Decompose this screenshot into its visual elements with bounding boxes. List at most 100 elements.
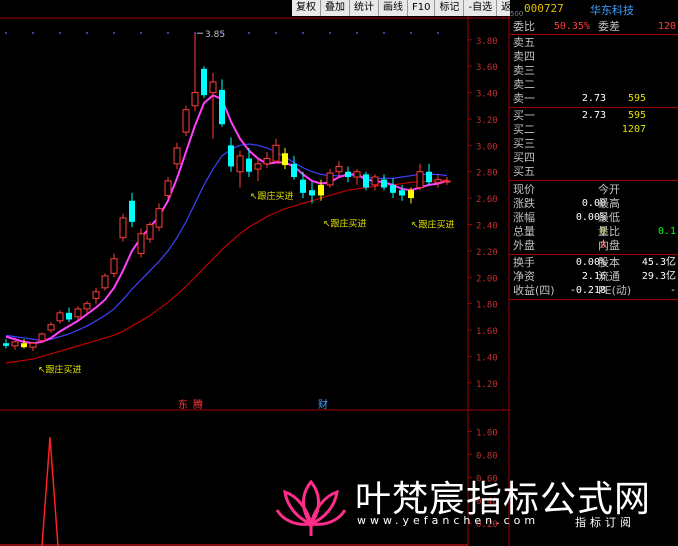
candle-body[interactable] <box>272 144 280 162</box>
candle-body[interactable] <box>110 258 118 274</box>
event-dot <box>140 32 142 34</box>
bid-row-label: 买四 <box>513 151 535 164</box>
stock-code[interactable]: 000727 <box>524 2 564 15</box>
bid-row-label: 买二 <box>513 123 535 136</box>
candle-body[interactable] <box>246 158 252 172</box>
candle-body[interactable] <box>101 275 109 289</box>
candle-body[interactable] <box>254 163 262 170</box>
stock-name[interactable]: 华东科技 <box>590 2 634 18</box>
ask-row: 卖五 <box>510 36 678 50</box>
indicator-tick-label: 1.00 <box>476 428 498 438</box>
divider <box>510 180 678 181</box>
candle-body[interactable] <box>66 312 72 320</box>
ma-fast-line <box>5 94 448 345</box>
stat-row: 总量 0 量比 0.1 <box>510 225 678 239</box>
ask-row: 卖一 2.73 595 <box>510 92 678 106</box>
candle-body[interactable] <box>29 342 37 348</box>
candle-body[interactable] <box>228 145 234 167</box>
candle-body[interactable] <box>399 190 405 196</box>
candle-body[interactable] <box>326 172 334 186</box>
candle-body[interactable] <box>318 184 324 196</box>
toolbar-button-1[interactable]: 叠加 <box>321 0 350 16</box>
stat-value: 0.1 <box>657 226 676 237</box>
candle-body[interactable] <box>408 190 414 199</box>
bid-row: 买三 <box>510 137 678 151</box>
event-dot <box>248 32 250 34</box>
kline-chart[interactable]: 3.85 ↖跟庄买进 ↖跟庄买进 ↖跟庄买进 ↖跟庄买进东腾 财 3.80 3.60 3.40… <box>0 0 510 546</box>
price-tick-label: 3.20 <box>476 116 498 126</box>
candle-body[interactable] <box>21 343 27 348</box>
toolbar-button-2[interactable]: 统计 <box>350 0 379 16</box>
candle-body[interactable] <box>83 303 91 310</box>
event-dot <box>383 32 385 34</box>
stat-row: 收益(四) -0.218 PE(动) - <box>510 284 678 298</box>
candle-body[interactable] <box>129 200 135 222</box>
candle-body[interactable] <box>335 165 343 173</box>
bid-row-label: 买五 <box>513 165 535 178</box>
price-tick-label: 2.60 <box>476 195 498 205</box>
candle-body[interactable] <box>38 333 46 342</box>
stat-row: 换手 0.00% 股本 45.3亿 <box>510 256 678 270</box>
candle-body[interactable] <box>263 158 271 165</box>
ask-row-price: 2.73 <box>581 93 606 104</box>
bid-row-label: 买一 <box>513 109 535 122</box>
candle-body[interactable] <box>155 208 163 228</box>
candle-body[interactable] <box>236 155 244 173</box>
candle-body[interactable] <box>209 81 217 94</box>
toolbar-button-0[interactable]: 复权 <box>292 0 321 16</box>
candle-body[interactable] <box>363 174 369 188</box>
toolbar-button-6[interactable]: -自选 <box>464 0 498 16</box>
ma-slow-line <box>5 179 448 364</box>
bid-row-volume: 1207 <box>621 124 646 135</box>
candle-body[interactable] <box>443 180 451 183</box>
ask-row: 卖四 <box>510 50 678 64</box>
stat-row: 涨跌 0.00 最高 <box>510 197 678 211</box>
candle-body[interactable] <box>416 171 424 189</box>
toolbar-button-5[interactable]: 标记 <box>435 0 465 16</box>
stat-row: 外盘 0 内盘 <box>510 239 678 253</box>
candle-body[interactable] <box>146 223 154 240</box>
candle-body[interactable] <box>381 179 387 188</box>
toolbar-button-4[interactable]: F10 <box>408 0 436 16</box>
candle-body[interactable] <box>182 109 190 133</box>
price-tick-label: 2.80 <box>476 169 498 179</box>
bid-row: 买一 2.73 595 <box>510 109 678 123</box>
toolbar-button-3[interactable]: 画线 <box>379 0 408 16</box>
event-dot <box>356 32 358 34</box>
candle-body[interactable] <box>282 153 288 166</box>
candle-body[interactable] <box>92 291 100 299</box>
candle-body[interactable] <box>201 68 207 96</box>
candle-body[interactable] <box>353 171 361 178</box>
candle-body[interactable] <box>74 308 82 318</box>
stat-value: 45.3亿 <box>641 257 676 268</box>
weicha-value: 120 <box>657 21 676 32</box>
candle-body[interactable] <box>426 171 432 183</box>
price-tick-label: 3.60 <box>476 63 498 73</box>
buy-signal-label: ↖跟庄买进 <box>323 218 367 230</box>
event-dot <box>167 32 169 34</box>
candle-body[interactable] <box>119 217 127 239</box>
ma-mid-line <box>5 143 448 342</box>
event-dot <box>5 32 7 34</box>
candle-body[interactable] <box>137 233 145 255</box>
candle-body[interactable] <box>56 312 64 322</box>
candle-body[interactable] <box>371 176 379 186</box>
event-dot <box>86 32 88 34</box>
candle-body[interactable] <box>191 92 199 107</box>
candle-body[interactable] <box>3 343 9 346</box>
event-dot <box>32 32 34 34</box>
candle-body[interactable] <box>345 171 351 177</box>
candle-body[interactable] <box>390 184 396 193</box>
candle-body[interactable] <box>164 180 172 196</box>
event-tag: 东 <box>178 398 188 411</box>
event-tag: 腾 <box>193 398 203 411</box>
divider <box>510 254 678 255</box>
candle-body[interactable] <box>300 179 306 193</box>
candle-body[interactable] <box>291 163 297 177</box>
candle-body[interactable] <box>219 89 225 125</box>
candle-body[interactable] <box>434 179 442 183</box>
candle-body[interactable] <box>309 190 315 196</box>
candle-body[interactable] <box>11 341 19 347</box>
candle-body[interactable] <box>47 324 55 331</box>
candle-body[interactable] <box>173 147 181 165</box>
